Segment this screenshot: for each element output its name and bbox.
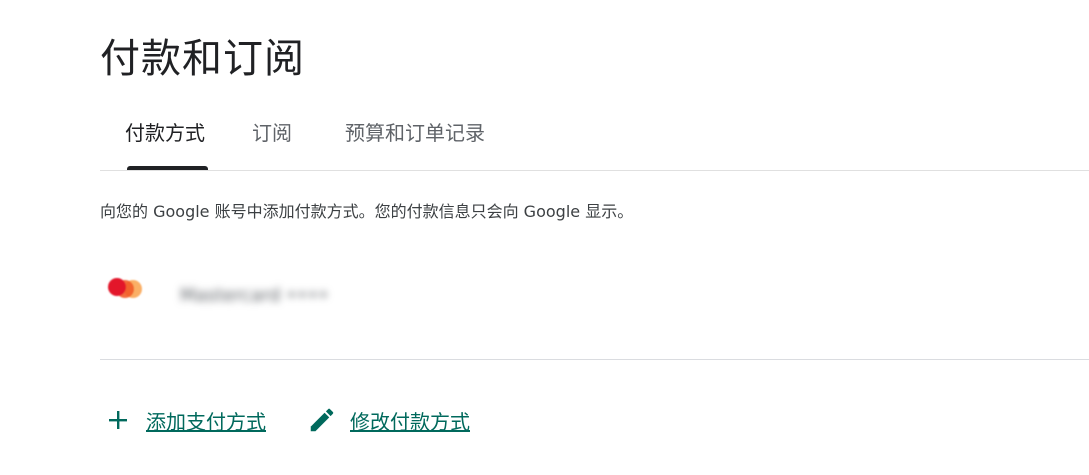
row-divider xyxy=(100,359,1089,360)
add-payment-method-link[interactable]: 添加支付方式 xyxy=(100,402,266,438)
payment-actions: 添加支付方式 修改付款方式 xyxy=(100,400,470,440)
tabs-divider xyxy=(100,170,1089,171)
tab-bar: 付款方式 订阅 预算和订单记录 xyxy=(100,92,1089,170)
description-text: 向您的 Google 账号中添加付款方式。您的付款信息只会向 Google 显示… xyxy=(100,202,634,221)
card-number-blurred: Mastercard •••• xyxy=(180,285,329,306)
page-title: 付款和订阅 xyxy=(100,35,305,82)
add-payment-method-label: 添加支付方式 xyxy=(146,409,266,434)
mastercard-icon xyxy=(106,277,150,301)
tab-subscriptions[interactable]: 订阅 xyxy=(230,92,314,170)
edit-payment-method-link[interactable]: 修改付款方式 xyxy=(304,402,470,438)
tab-label: 订阅 xyxy=(252,120,292,145)
payments-page: 付款和订阅 付款方式 订阅 预算和订单记录 向您的 Google 账号中添加付款… xyxy=(0,0,1089,475)
tab-label: 预算和订单记录 xyxy=(345,120,485,145)
payment-method-row[interactable]: Mastercard •••• xyxy=(100,255,1089,345)
edit-payment-method-label: 修改付款方式 xyxy=(350,409,470,434)
tab-payment-methods[interactable]: 付款方式 xyxy=(100,92,230,170)
tab-budget-and-order-history[interactable]: 预算和订单记录 xyxy=(320,92,510,170)
plus-icon xyxy=(100,402,136,438)
tab-label: 付款方式 xyxy=(125,120,205,145)
pencil-icon xyxy=(304,402,340,438)
